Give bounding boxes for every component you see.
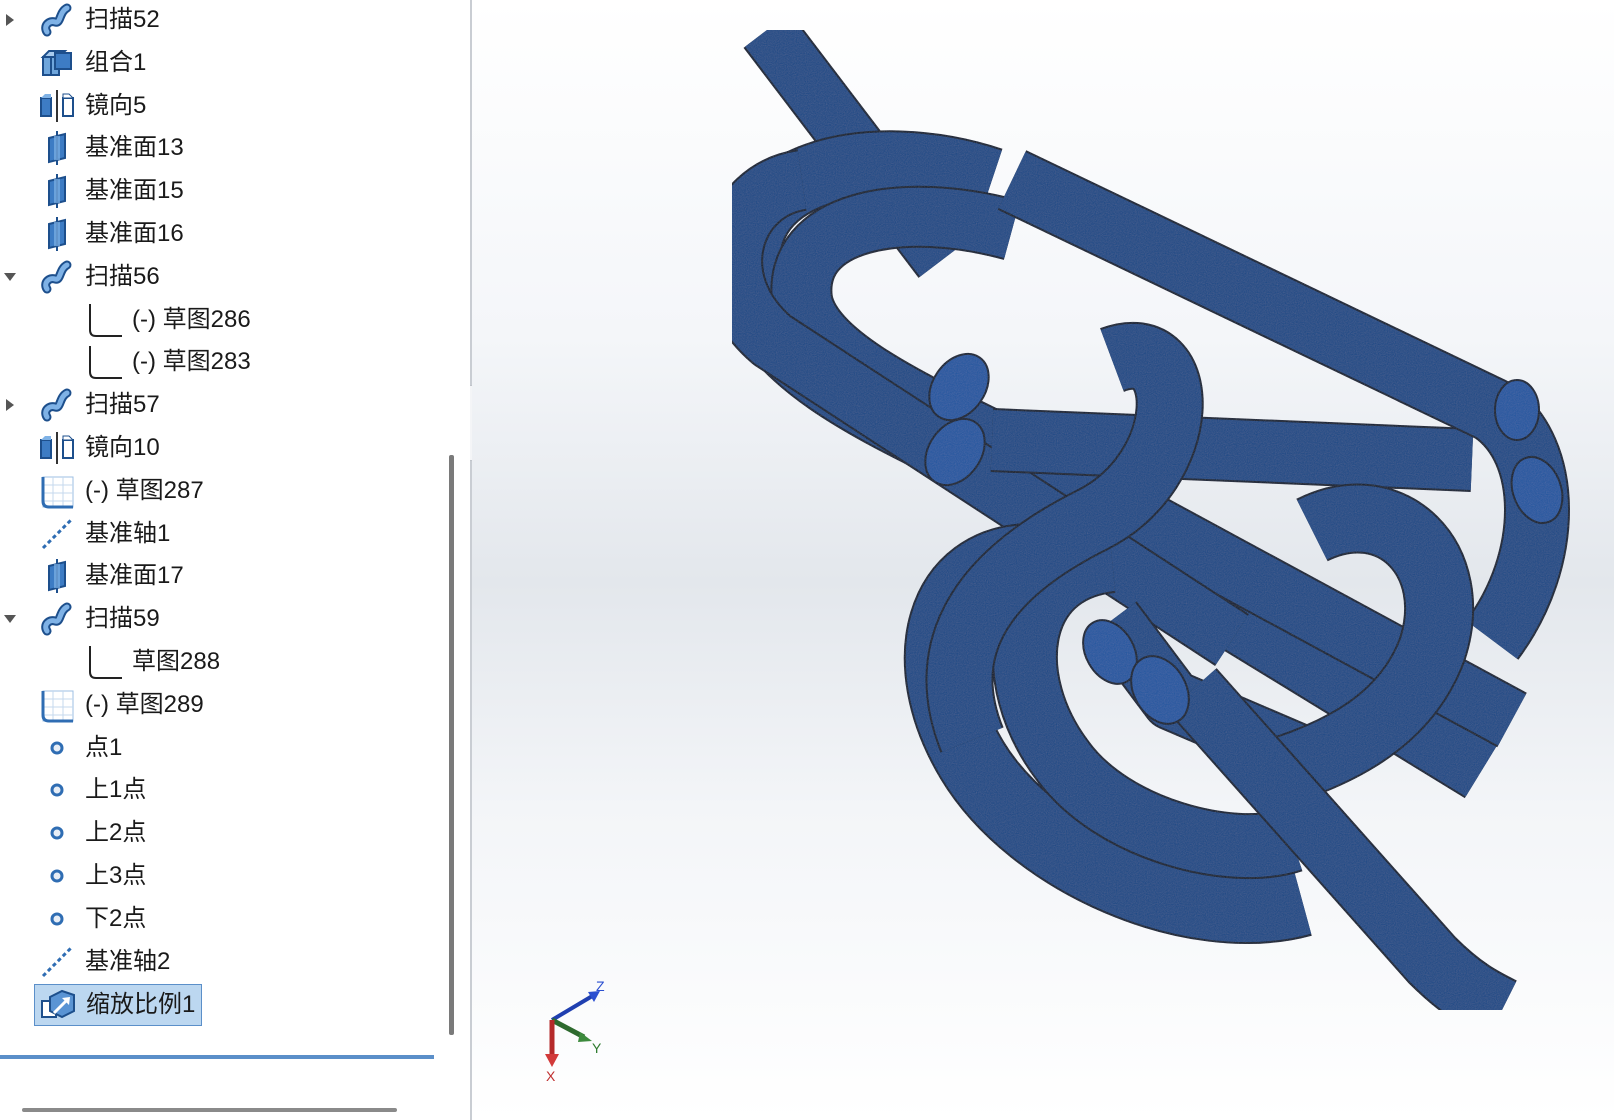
tree-item-point1[interactable]: 点1 <box>37 728 122 768</box>
expanded-arrow-icon[interactable] <box>0 267 20 287</box>
tree-item-label: 下2点 <box>85 904 147 932</box>
horizontal-scrollbar[interactable] <box>22 1108 397 1112</box>
tree-item-sketch283[interactable]: (-) 草图283 <box>84 342 251 382</box>
point-icon <box>37 813 77 853</box>
sweep-icon <box>37 0 77 40</box>
expanded-arrow-icon[interactable] <box>0 609 20 629</box>
tree-item-sweep59[interactable]: 扫描59 <box>37 599 160 639</box>
tree-item-sketch287[interactable]: (-) 草图287 <box>37 471 204 511</box>
point-icon <box>37 728 77 768</box>
triad-y-label: Y <box>592 1040 602 1056</box>
tree-item-plane13[interactable]: 基准面13 <box>37 128 184 168</box>
graphics-viewport[interactable]: Z Y X <box>472 0 1614 1120</box>
sketch3d-icon <box>37 471 77 511</box>
point-icon <box>37 770 77 810</box>
tree-item-label: 草图288 <box>132 648 221 675</box>
tree-item-label: (-) 草图286 <box>132 305 251 333</box>
3d-model-knot[interactable] <box>472 0 1614 1120</box>
tree-item-label: 基准面15 <box>85 177 184 205</box>
tube-middle-bar <box>990 408 1474 492</box>
tree-item-label: 基准轴1 <box>85 519 171 547</box>
plane-icon <box>37 171 77 211</box>
feature-tree-panel: 扫描52 组合1 镜向5 基准面13 基准面15 基准面16 扫描56 (-) 草图286 (-… <box>0 0 437 1120</box>
tube-end-cap <box>1494 379 1540 441</box>
plane-icon <box>37 214 77 254</box>
sweep-icon <box>37 385 77 425</box>
tree-item-sketch286[interactable]: (-) 草图286 <box>84 300 251 340</box>
tree-item-label: 基准面13 <box>85 134 184 162</box>
tree-item-top2-point[interactable]: 上2点 <box>37 813 146 853</box>
sweep-icon <box>37 257 77 297</box>
tree-item-plane15[interactable]: 基准面15 <box>37 171 184 211</box>
tree-item-label: 镜向10 <box>85 434 160 461</box>
sweep-icon <box>37 599 77 639</box>
tree-end-marker <box>0 1055 434 1059</box>
tree-item-bottom2-point[interactable]: 下2点 <box>37 899 146 939</box>
tree-item-label: 镜向5 <box>85 91 147 119</box>
coordinate-triad: Z Y X <box>545 978 605 1084</box>
point-icon <box>37 856 77 896</box>
tree-item-label: 缩放比例1 <box>86 991 196 1019</box>
tree-item-label: 扫描52 <box>85 6 160 33</box>
scale-icon <box>38 985 78 1025</box>
tree-item-label: 扫描59 <box>85 605 160 633</box>
plane-icon <box>37 556 77 596</box>
sketch3d-icon <box>37 685 77 725</box>
tree-item-label: 基准轴2 <box>85 947 171 975</box>
triad-z-label: Z <box>596 978 605 994</box>
tree-item-label: 点1 <box>85 733 123 761</box>
tree-item-sketch288[interactable]: 草图288 <box>84 642 220 682</box>
collapsed-arrow-icon[interactable] <box>0 395 20 415</box>
mirror-icon <box>37 86 77 126</box>
tree-item-top1-point[interactable]: 上1点 <box>37 770 146 810</box>
sketch-icon <box>84 642 124 682</box>
tree-item-label: 基准面16 <box>85 220 184 247</box>
tree-item-scale1[interactable]: 缩放比例1 <box>34 984 203 1027</box>
vertical-scrollbar[interactable] <box>449 455 454 1035</box>
axis-icon <box>37 514 77 554</box>
plane-icon <box>37 128 77 168</box>
tree-item-sweep52[interactable]: 扫描52 <box>37 0 160 40</box>
tree-item-plane17[interactable]: 基准面17 <box>37 556 184 596</box>
triad-x-label: X <box>546 1068 556 1084</box>
tree-item-sketch289[interactable]: (-) 草图289 <box>37 685 204 725</box>
tree-item-mirror5[interactable]: 镜向5 <box>37 86 146 126</box>
tree-item-label: (-) 草图289 <box>85 690 204 718</box>
sketch-icon <box>84 342 124 382</box>
tree-item-axis1[interactable]: 基准轴1 <box>37 514 170 554</box>
tree-item-mirror10[interactable]: 镜向10 <box>37 428 160 468</box>
tree-item-label: 基准面17 <box>85 562 184 590</box>
tree-item-sweep57[interactable]: 扫描57 <box>37 385 160 425</box>
tree-item-combine1[interactable]: 组合1 <box>37 43 146 83</box>
tree-item-label: 扫描57 <box>85 391 160 419</box>
tree-item-label: 组合1 <box>85 48 147 76</box>
mirror-icon <box>37 428 77 468</box>
tree-item-axis2[interactable]: 基准轴2 <box>37 942 170 982</box>
tree-item-label: 上2点 <box>85 819 147 847</box>
tree-item-label: (-) 草图283 <box>132 348 251 376</box>
tree-item-label: 扫描56 <box>85 262 160 290</box>
combine-icon <box>37 43 77 83</box>
tree-item-label: 上1点 <box>85 776 147 804</box>
sketch-icon <box>84 300 124 340</box>
tree-item-label: 上3点 <box>85 862 147 889</box>
tree-item-sweep56[interactable]: 扫描56 <box>37 257 160 297</box>
tree-item-label: (-) 草图287 <box>85 476 204 504</box>
tree-item-plane16[interactable]: 基准面16 <box>37 214 184 254</box>
axis-icon <box>37 942 77 982</box>
collapsed-arrow-icon[interactable] <box>0 10 20 30</box>
tree-item-top3-point[interactable]: 上3点 <box>37 856 146 896</box>
point-icon <box>37 899 77 939</box>
